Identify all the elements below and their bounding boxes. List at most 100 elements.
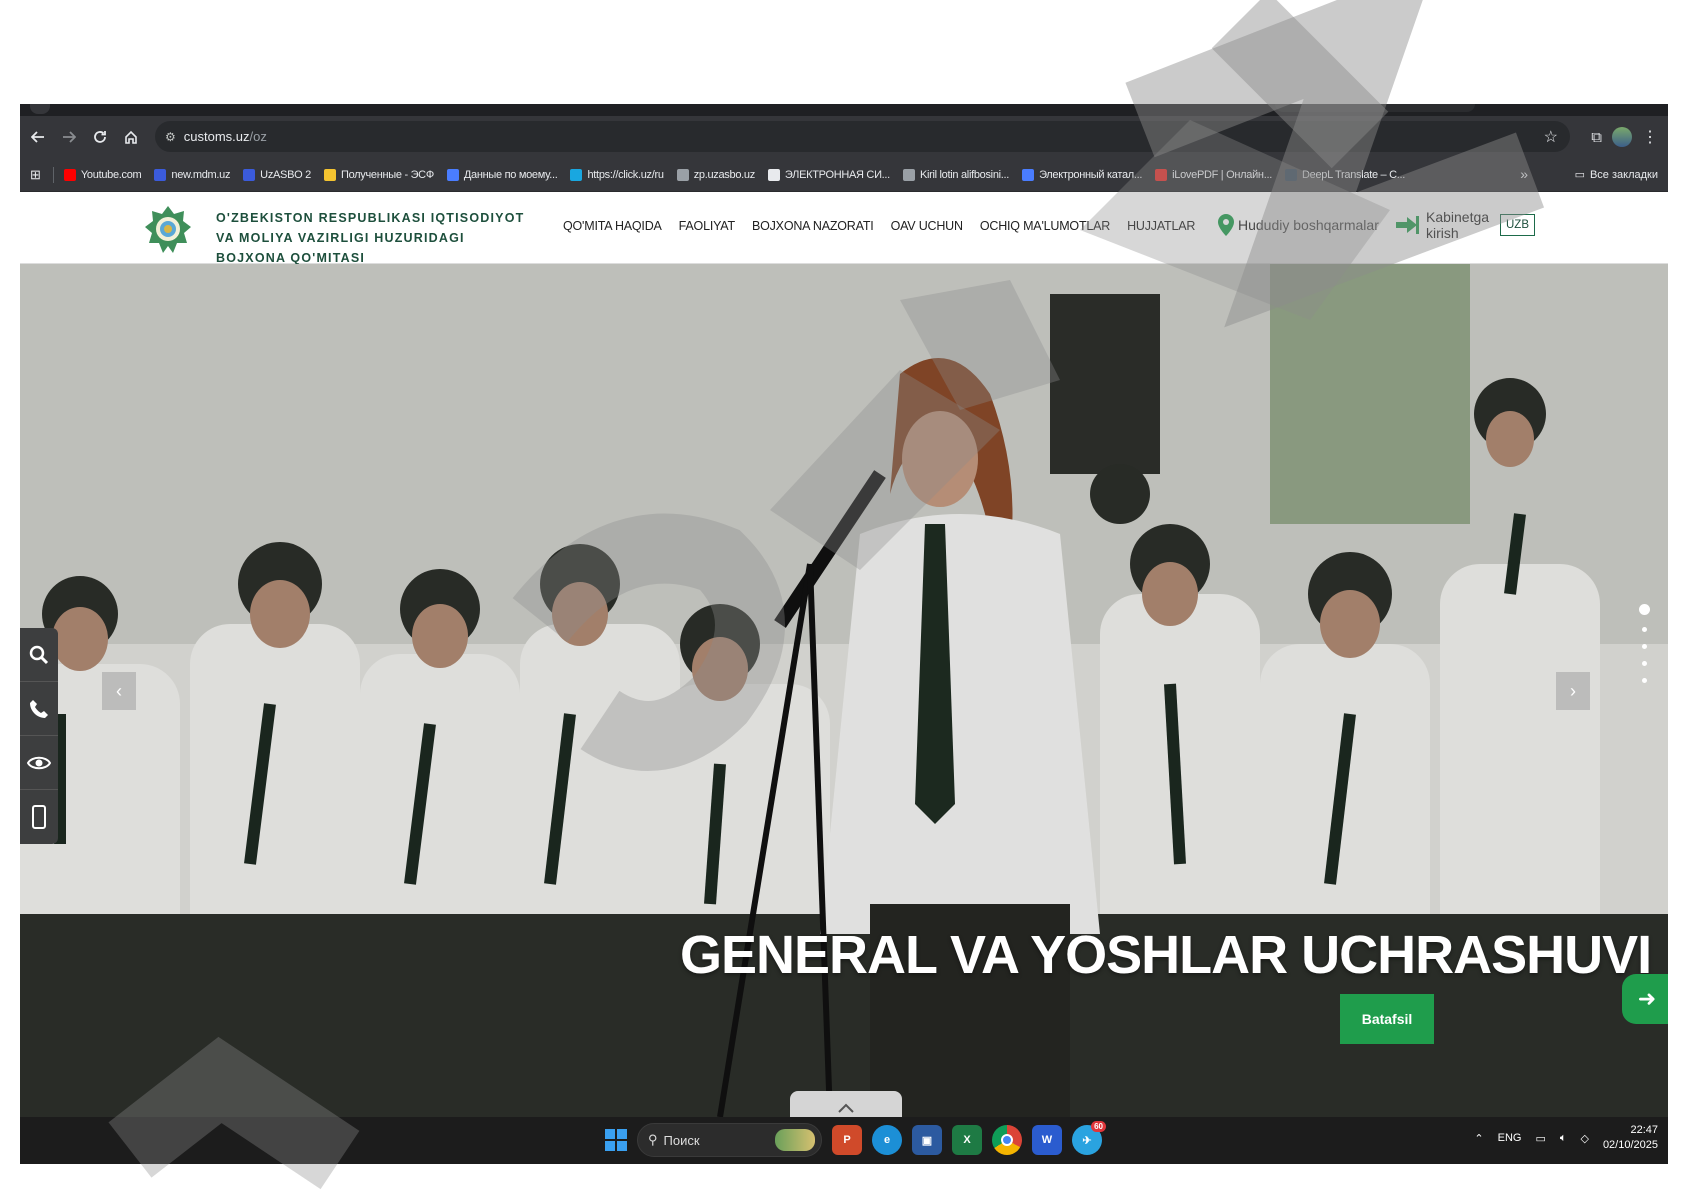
arrow-right-icon[interactable]: ➜ [1622, 974, 1668, 1024]
network-icon[interactable]: ▭ [1535, 1132, 1545, 1145]
telegram-icon[interactable]: ✈ 60 [1072, 1121, 1106, 1155]
taskbar-search-placeholder: Поиск [663, 1132, 700, 1148]
word-icon[interactable]: W [1032, 1125, 1062, 1155]
slider-dot[interactable] [1642, 644, 1647, 649]
slider-dot[interactable] [1642, 661, 1647, 666]
bookmark-item[interactable]: new.mdm.uz [154, 168, 231, 181]
forward-arrow-icon[interactable] [53, 122, 84, 153]
nav-item[interactable]: QO'MITA HAQIDA [563, 219, 662, 233]
apps-grid-icon[interactable]: ⊞ [30, 167, 41, 183]
powerpoint-icon[interactable]: P [832, 1125, 862, 1155]
bookmark-favicon-icon [243, 168, 256, 181]
nav-item[interactable]: BOJXONA NAZORATI [752, 219, 874, 233]
address-bar[interactable]: ⚙ customs.uz/oz ☆ [155, 121, 1570, 152]
input-language[interactable]: ENG [1498, 1132, 1522, 1144]
bookmark-label: Kiril lotin alifbosini... [919, 168, 1010, 181]
edge-icon[interactable]: e [872, 1125, 902, 1155]
bookmark-item[interactable]: ЭЛЕКТРОННАЯ СИ... [767, 168, 890, 181]
extensions-icon[interactable]: ⧉ [1591, 129, 1602, 146]
all-bookmarks-button[interactable]: ▭ Все закладки [1574, 168, 1658, 182]
browser-toolbar: ⚙ customs.uz/oz ☆ ⧉ ⋮ [20, 116, 1668, 158]
language-selector[interactable]: UZB [1500, 214, 1535, 236]
bookmark-item[interactable]: Данные по моему... [446, 168, 558, 181]
save-disk-icon[interactable]: ▣ [912, 1125, 942, 1155]
bookmark-label: new.mdm.uz [171, 168, 231, 181]
volume-icon[interactable]: 🔈︎ [1560, 1132, 1567, 1145]
bookmark-label: Полученные - ЭСФ [340, 168, 434, 181]
security-shield-icon[interactable]: ◇ [1580, 1132, 1588, 1145]
clock-time: 22:47 [1630, 1124, 1658, 1136]
bookmark-star-icon[interactable]: ☆ [1544, 127, 1558, 147]
regional-offices-link[interactable]: Hududiy boshqarmalar [1218, 214, 1379, 236]
bookmark-favicon-icon [570, 168, 583, 181]
menu-kebab-icon[interactable]: ⋮ [1642, 127, 1658, 147]
bookmark-favicon-icon [1155, 168, 1168, 181]
customs-emblem-icon[interactable] [145, 205, 191, 257]
cabinet-login-link[interactable]: Kabinetga kirish [1396, 209, 1492, 241]
mobile-icon[interactable] [20, 790, 58, 844]
bookmark-label: iLovePDF | Онлайн... [1172, 168, 1272, 181]
clock-date: 02/10/2025 [1602, 1139, 1658, 1151]
read-more-button[interactable]: Batafsil [1340, 994, 1434, 1044]
bookmarks-more-button[interactable]: » [1520, 166, 1528, 182]
nav-item[interactable]: OCHIQ MA'LUMOTLAR [980, 219, 1110, 233]
bookmark-item[interactable]: zp.uzasbo.uz [676, 168, 756, 181]
bookmark-label: Данные по моему... [463, 168, 558, 181]
bookmark-item[interactable]: UzASBO 2 [243, 168, 311, 181]
slider-next-button[interactable]: › [1556, 672, 1590, 710]
bookmark-favicon-icon [1284, 168, 1297, 181]
slider-dot[interactable] [1642, 678, 1647, 683]
profile-avatar[interactable] [1612, 127, 1632, 147]
telegram-badge: 60 [1091, 1121, 1106, 1132]
url-host: customs.uz [183, 129, 250, 144]
bookmark-favicon-icon [154, 168, 167, 181]
bookmark-item[interactable]: Youtube.com [63, 168, 142, 181]
regional-offices-label: Hududiy boshqarmalar [1238, 217, 1379, 233]
site-header: O'ZBEKISTON RESPUBLIKASI IQTISODIYOT VA … [20, 192, 1668, 265]
bookmark-item[interactable]: Kiril lotin alifbosini... [902, 168, 1010, 181]
org-name[interactable]: O'ZBEKISTON RESPUBLIKASI IQTISODIYOT VA … [216, 208, 526, 268]
chevron-up-icon[interactable]: ⌃ [1474, 1132, 1483, 1145]
bookmark-item[interactable]: iLovePDF | Онлайн... [1155, 168, 1272, 181]
back-arrow-icon[interactable] [22, 122, 53, 153]
bookmark-item[interactable]: https://click.uz/ru [570, 168, 664, 181]
eye-icon[interactable] [20, 736, 58, 790]
excel-icon[interactable]: X [952, 1125, 982, 1155]
home-icon[interactable] [115, 122, 146, 153]
bookmark-item[interactable]: DeepL Translate – С... [1284, 168, 1405, 181]
bookmark-favicon-icon [63, 168, 76, 181]
bookmark-label: zp.uzasbo.uz [693, 168, 756, 181]
search-icon[interactable] [20, 628, 58, 682]
bookmark-label: UzASBO 2 [260, 168, 311, 181]
bookmark-item[interactable]: Электронный катал... [1022, 168, 1142, 181]
location-pin-icon [1218, 214, 1234, 236]
nav-item[interactable]: FAOLIYAT [679, 219, 735, 233]
cabinet-login-label: Kabinetga kirish [1426, 209, 1490, 241]
url-path: /oz [249, 129, 267, 144]
reload-icon[interactable] [84, 122, 115, 153]
bookmark-favicon-icon [902, 168, 915, 181]
bookmark-label: Youtube.com [80, 168, 142, 181]
web-page: O'ZBEKISTON RESPUBLIKASI IQTISODIYOT VA … [20, 192, 1668, 1117]
main-nav: QO'MITA HAQIDA FAOLIYAT BOJXONA NAZORATI OA… [563, 219, 1195, 233]
tab-strip [20, 104, 1668, 116]
taskbar-search-input[interactable]: ⚲ Поиск [637, 1123, 822, 1157]
hero-slider: ‹ › GENERAL VA YOSHLAR UCHRASHUVI Batafs… [20, 264, 1668, 1117]
login-arrow-icon [1396, 216, 1419, 234]
bookmark-favicon-icon [767, 168, 780, 181]
phone-icon[interactable] [20, 682, 58, 736]
scroll-to-top-button[interactable] [790, 1091, 902, 1117]
nav-item[interactable]: HUJJATLAR [1127, 219, 1195, 233]
system-clock[interactable]: 22:47 02/10/2025 [1603, 1123, 1658, 1153]
all-bookmarks-label: Все закладки [1589, 168, 1658, 181]
nav-item[interactable]: OAV UCHUN [891, 219, 963, 233]
folder-icon: ▭ [1574, 169, 1585, 181]
slider-dot[interactable] [1639, 604, 1650, 615]
bookmark-item[interactable]: Полученные - ЭСФ [323, 168, 434, 181]
slider-dot[interactable] [1642, 627, 1647, 632]
windows-start-icon[interactable] [605, 1129, 627, 1151]
chrome-icon[interactable] [992, 1125, 1022, 1155]
slider-prev-button[interactable]: ‹ [102, 672, 136, 710]
bookmark-label: ЭЛЕКТРОННАЯ СИ... [784, 168, 890, 181]
site-settings-icon[interactable]: ⚙ [165, 130, 176, 144]
